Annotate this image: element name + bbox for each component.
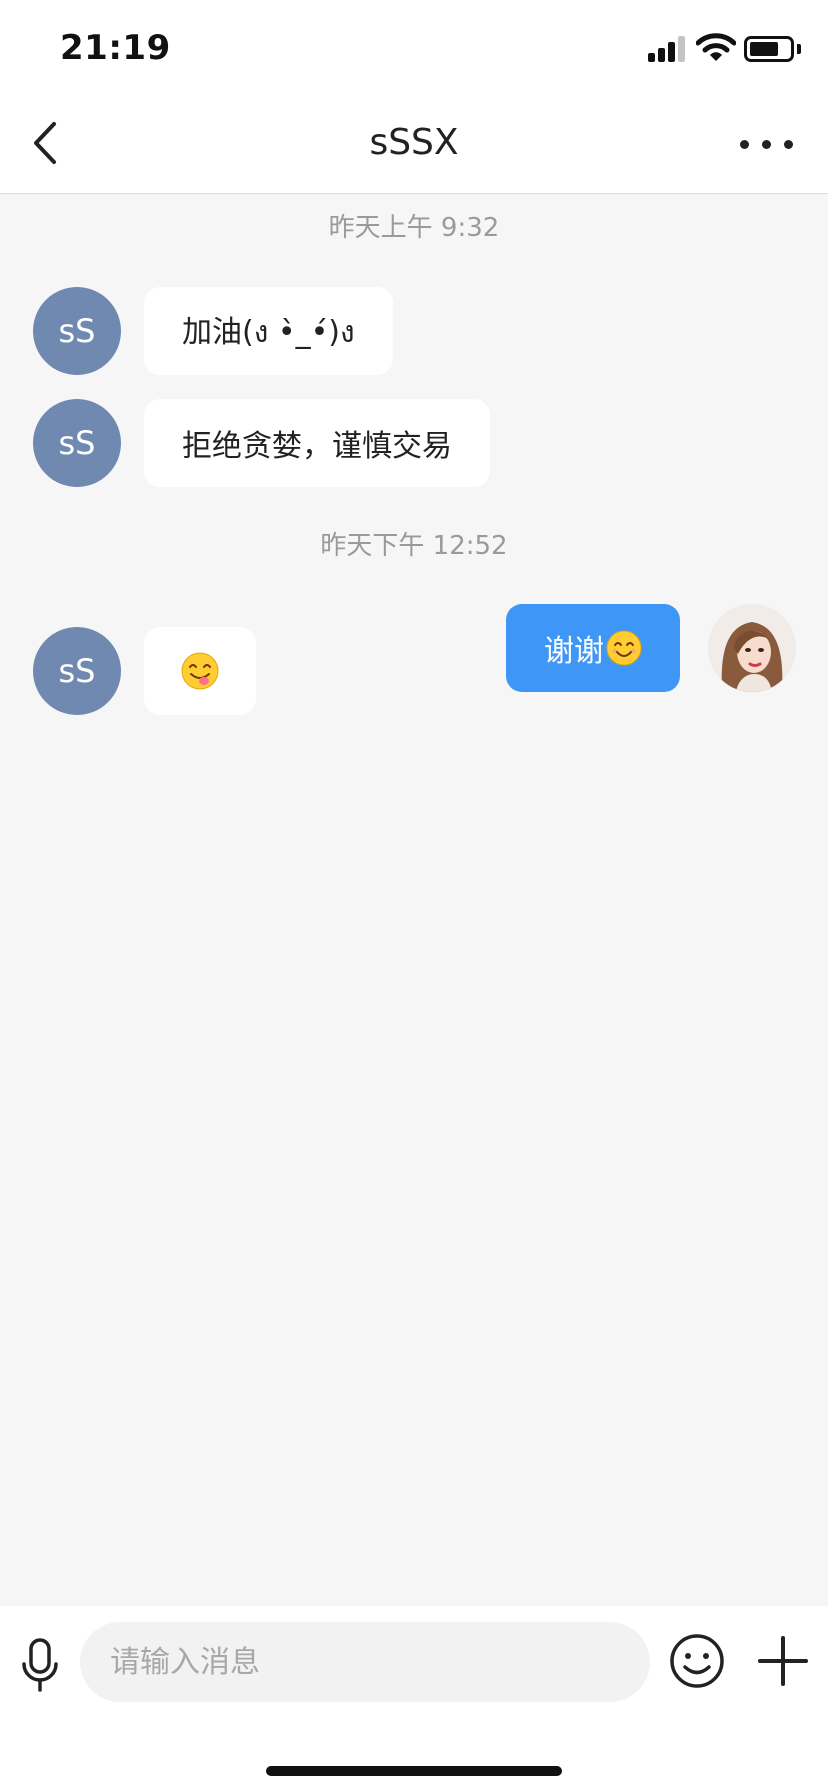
- smiling-face-icon: [606, 630, 642, 666]
- yum-face-icon: [181, 652, 219, 690]
- nav-bar: sSSX: [0, 96, 828, 194]
- battery-cap: [797, 44, 801, 54]
- timestamp: 昨天下午 12:52: [320, 531, 508, 561]
- user-avatar-photo: [708, 604, 796, 692]
- timestamp: 昨天上午 9:32: [328, 213, 500, 243]
- user-avatar[interactable]: [708, 604, 796, 692]
- outgoing-message-text: 谢谢: [544, 634, 604, 669]
- input-bar: [0, 1606, 828, 1792]
- avatar[interactable]: sS: [33, 627, 121, 715]
- incoming-message-bubble[interactable]: [144, 627, 256, 715]
- home-indicator: [266, 1766, 562, 1776]
- message-input[interactable]: [80, 1622, 650, 1702]
- outgoing-message-bubble[interactable]: 谢谢: [506, 604, 680, 692]
- microphone-icon[interactable]: [18, 1636, 62, 1696]
- wifi-icon: [696, 33, 736, 61]
- avatar[interactable]: sS: [33, 399, 121, 487]
- chat-area[interactable]: 昨天上午 9:32 sS 加油(ง •̀_•́)ง sS 拒绝贪婪，谨慎交易 昨…: [0, 195, 828, 1605]
- status-bar: 21:19: [0, 0, 828, 96]
- more-options-icon[interactable]: [732, 124, 802, 164]
- cellular-signal-icon: [648, 36, 688, 62]
- incoming-message-bubble[interactable]: 拒绝贪婪，谨慎交易: [144, 399, 490, 487]
- battery-icon: [744, 36, 794, 62]
- chat-screen: 21:19 sSSX 昨天上午 9:32 sS 加油(ง •̀_•́)ง sS …: [0, 0, 828, 1792]
- avatar[interactable]: sS: [33, 287, 121, 375]
- add-attachment-icon[interactable]: [756, 1634, 810, 1688]
- conversation-title: sSSX: [369, 122, 459, 163]
- incoming-message-bubble[interactable]: 加油(ง •̀_•́)ง: [144, 287, 393, 375]
- status-time: 21:19: [60, 28, 171, 68]
- emoji-picker-icon[interactable]: [668, 1632, 726, 1690]
